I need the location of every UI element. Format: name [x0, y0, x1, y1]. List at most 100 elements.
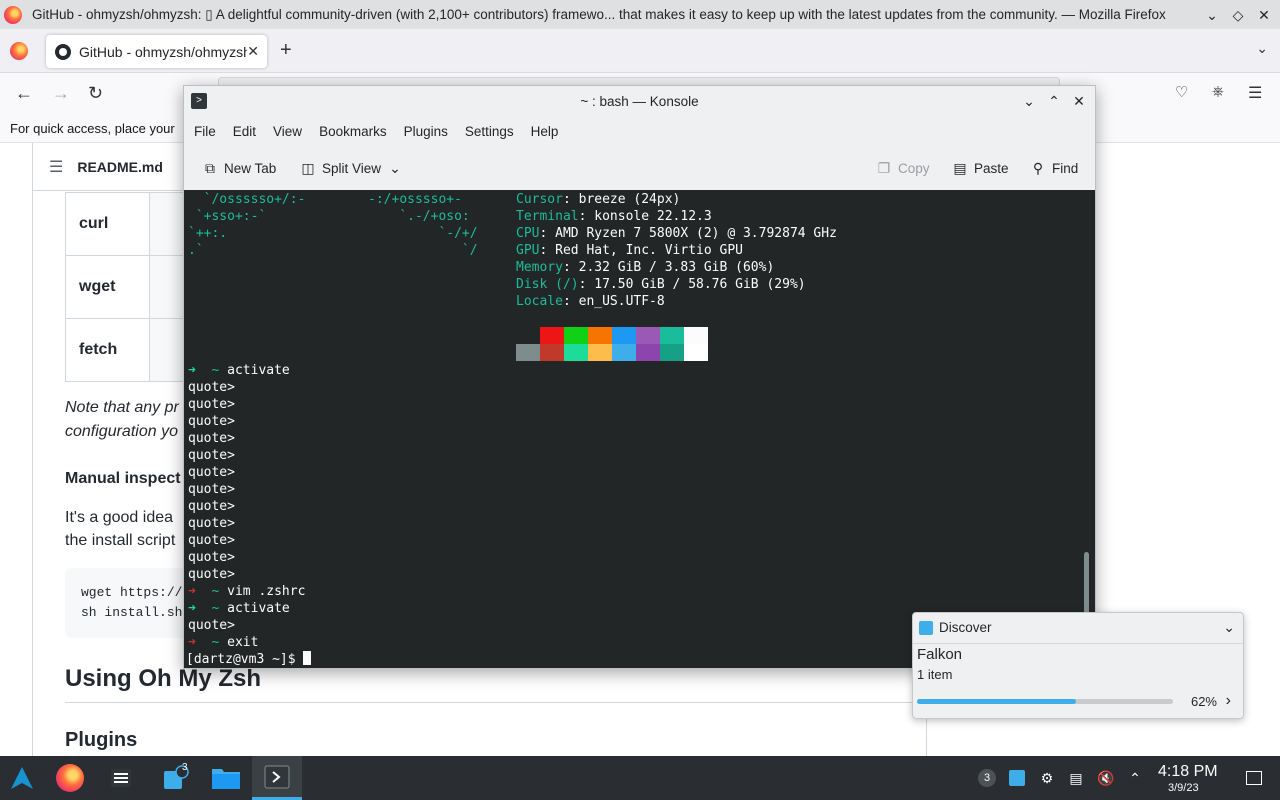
tray-network-icon[interactable]: ⚙	[1037, 768, 1057, 788]
sysinfo-key: Disk (/)	[516, 277, 579, 292]
paragraph-text-1: It's a good idea	[65, 509, 174, 526]
tab-github[interactable]: GitHub - ohmyzsh/ohmyzsh ✕	[46, 35, 267, 68]
color-swatch	[516, 344, 540, 361]
final-prompt-line: [dartz@vm3 ~]$	[186, 651, 312, 668]
window-title: GitHub - ohmyzsh/ohmyzsh: ▯ A delightful…	[32, 6, 1166, 22]
maximize-icon[interactable]: ⌃	[1044, 91, 1064, 111]
show-desktop-icon[interactable]	[1244, 768, 1264, 788]
sysinfo-value: : AMD Ryzen 7 5800X (2) @ 3.792874 GHz	[539, 226, 837, 241]
tab-close-icon[interactable]: ✕	[247, 43, 259, 60]
note-text-2: configuration yo	[65, 423, 178, 440]
taskbar-discover[interactable]: 3	[152, 756, 196, 800]
reload-icon[interactable]: ↻	[88, 83, 103, 104]
text-cursor	[303, 651, 312, 665]
color-swatch	[540, 327, 564, 344]
quote-prompt-line: quote>	[188, 567, 235, 582]
sysinfo-value: : en_US.UTF-8	[562, 294, 665, 309]
minimize-icon[interactable]: ⌄	[1019, 91, 1039, 111]
command-text: exit	[227, 635, 259, 650]
quote-prompt-line: quote>	[188, 414, 235, 429]
readme-filename[interactable]: README.md	[77, 159, 163, 175]
sysinfo-row: Locale: en_US.UTF-8	[516, 293, 665, 310]
extensions-icon[interactable]: ⎈	[1212, 83, 1224, 100]
taskbar-firefox[interactable]	[48, 756, 92, 800]
tray-discover-icon[interactable]	[1007, 768, 1027, 788]
discover-notification[interactable]: Discover ⌄ Falkon 1 item 62% ›	[912, 612, 1244, 719]
quote-prompt-line: quote>	[188, 465, 235, 480]
hamburger-menu-icon[interactable]: ☰	[1248, 83, 1262, 103]
menu-help[interactable]: Help	[531, 124, 559, 139]
app-launcher-button[interactable]	[0, 756, 44, 800]
back-icon[interactable]: ←	[15, 83, 33, 104]
tray-clipboard-icon[interactable]: ▤	[1066, 768, 1086, 788]
sysinfo-row: Disk (/): 17.50 GiB / 58.76 GiB (29%)	[516, 276, 806, 293]
progress-bar-fill	[917, 699, 1076, 704]
konsole-title: ~ : bash — Konsole	[580, 93, 699, 109]
konsole-window: > ~ : bash — Konsole ⌄ ⌃ ✕ File Edit Vie…	[183, 85, 1096, 669]
clock-date[interactable]: 3/9/23	[1168, 782, 1199, 794]
taskbar-badge: 3	[182, 762, 188, 773]
tray-volume-icon[interactable]: 🔇	[1096, 768, 1116, 788]
outline-menu-icon[interactable]: ☰	[49, 157, 63, 177]
copy-button[interactable]: ❐ Copy	[876, 160, 930, 176]
konsole-titlebar: > ~ : bash — Konsole ⌄ ⌃ ✕	[184, 86, 1095, 116]
sysinfo-row: Memory: 2.32 GiB / 3.83 GiB (60%)	[516, 259, 774, 276]
sysinfo-key: Cursor	[516, 192, 563, 207]
quote-prompt-line: quote>	[188, 533, 235, 548]
manual-inspection-heading: Manual inspect	[65, 470, 181, 487]
close-icon[interactable]: ✕	[1254, 5, 1274, 25]
paste-button[interactable]: ▤ Paste	[952, 160, 1008, 176]
split-view-button[interactable]: ◫ Split View ⌄	[300, 160, 403, 176]
color-swatch	[516, 327, 540, 344]
tray-updates-icon[interactable]: 3	[977, 768, 997, 788]
list-tabs-icon[interactable]: ⌄	[1256, 40, 1268, 57]
konsole-app-icon[interactable]: >	[191, 93, 207, 109]
menu-settings[interactable]: Settings	[465, 124, 514, 139]
pocket-icon[interactable]: ♡	[1175, 83, 1188, 101]
sysinfo-row: CPU: AMD Ryzen 7 5800X (2) @ 3.792874 GH…	[516, 225, 837, 242]
paragraph-text-2: the install script	[65, 532, 176, 549]
discover-icon	[919, 620, 933, 635]
menu-file[interactable]: File	[194, 124, 216, 139]
color-swatch	[612, 327, 636, 344]
new-tab-icon: ⧉	[205, 160, 215, 176]
sysinfo-key: GPU	[516, 243, 540, 258]
color-swatch	[540, 344, 564, 361]
konsole-toolbar: ⧉ New Tab ◫ Split View ⌄ ❐ Copy ▤ Paste …	[184, 148, 1095, 190]
maximize-icon[interactable]: ◇	[1228, 5, 1248, 25]
menu-view[interactable]: View	[273, 124, 302, 139]
taskbar-konsole[interactable]	[252, 756, 302, 800]
tab-label: GitHub - ohmyzsh/ohmyzsh	[79, 43, 247, 60]
terminal-area[interactable]: `/ossssso+/:- -:/+osssso+- `+sso+:-` `.-…	[184, 190, 1095, 668]
find-button[interactable]: ⚲ Find	[1030, 160, 1078, 176]
chevron-right-icon[interactable]: ›	[1226, 692, 1231, 710]
menu-edit[interactable]: Edit	[233, 124, 256, 139]
menu-plugins[interactable]: Plugins	[404, 124, 448, 139]
sysinfo-value: : konsole 22.12.3	[578, 209, 712, 224]
new-tab-icon[interactable]: +	[280, 39, 292, 62]
bookmarks-hint: For quick access, place your	[10, 121, 175, 136]
color-swatch	[612, 344, 636, 361]
menu-bookmarks[interactable]: Bookmarks	[319, 124, 387, 139]
github-favicon-icon	[55, 43, 71, 60]
prompt-directory: ~	[211, 363, 220, 378]
taskbar-system-settings[interactable]	[99, 756, 143, 800]
color-swatch	[564, 344, 588, 361]
clock-time[interactable]: 4:18 PM	[1158, 763, 1218, 781]
minimize-icon[interactable]: ⌄	[1202, 5, 1222, 25]
firefox-view-icon[interactable]	[10, 42, 28, 60]
prompt-arrow-icon: ➜	[188, 635, 196, 650]
chevron-down-icon[interactable]: ⌄	[1223, 619, 1235, 636]
paste-icon: ▤	[953, 160, 967, 176]
notification-source: Discover	[939, 620, 992, 635]
new-tab-button[interactable]: ⧉ New Tab	[202, 160, 276, 176]
tray-expand-icon[interactable]: ⌃	[1125, 768, 1145, 788]
taskbar: 3 3 ⚙ ▤ 🔇 ⌃ 4:18 PM 3/9/23	[0, 756, 1280, 800]
forward-icon[interactable]: →	[52, 83, 70, 104]
close-icon[interactable]: ✕	[1069, 91, 1089, 111]
quote-prompt-line: quote>	[188, 448, 235, 463]
taskbar-dolphin[interactable]	[204, 756, 248, 800]
arch-logo-icon	[11, 767, 33, 789]
command-text: activate	[227, 363, 290, 378]
notification-count: 1 item	[917, 667, 953, 682]
